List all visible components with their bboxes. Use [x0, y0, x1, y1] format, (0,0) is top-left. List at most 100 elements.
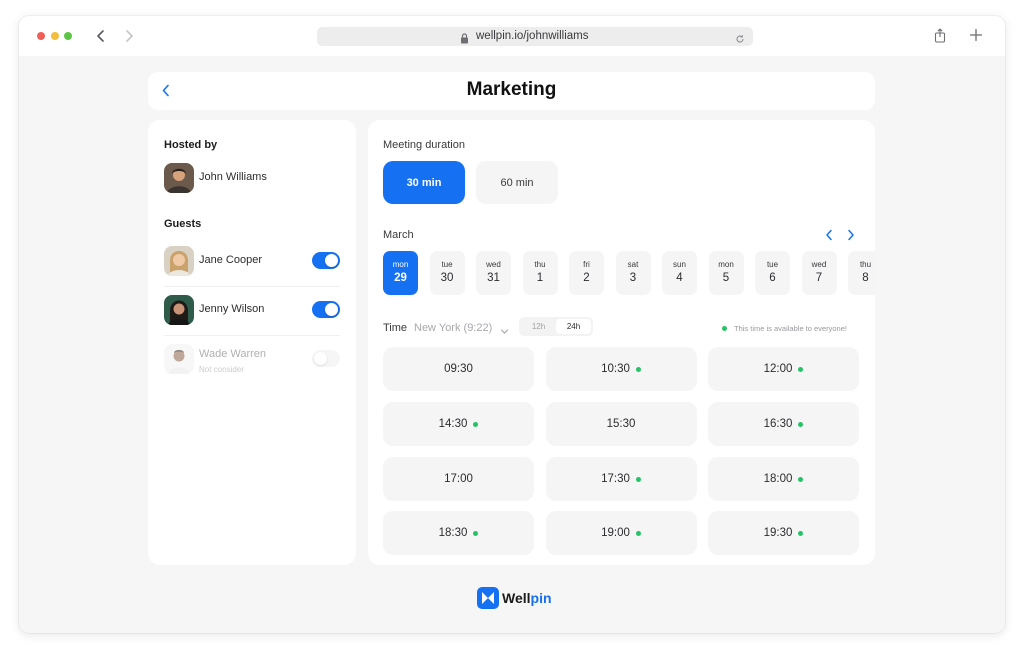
guest-name: Jane Cooper: [199, 254, 262, 266]
scheduler-panel: Meeting duration 30 min 60 min March mon…: [368, 120, 875, 565]
guest-item: Jenny Wilson: [164, 295, 340, 327]
guest-status: Not consider: [199, 365, 244, 374]
avatar: [164, 344, 194, 374]
guest-name: Jenny Wilson: [199, 303, 265, 315]
guest-item: Jane Cooper: [164, 246, 340, 278]
available-dot-icon: [473, 530, 479, 536]
available-dot-icon: [798, 366, 804, 372]
day-number: 1: [536, 272, 544, 284]
share-icon[interactable]: [934, 28, 946, 48]
day-name: wed: [811, 260, 827, 269]
day-name: tue: [441, 260, 453, 269]
brand-name-part1: Well: [502, 590, 531, 606]
day-number: 29: [394, 272, 407, 284]
lock-icon: [460, 31, 469, 49]
divider: [164, 286, 340, 287]
available-dot-icon: [722, 326, 727, 331]
time-label: Time: [383, 322, 408, 334]
hosted-by-label: Hosted by: [164, 139, 218, 151]
guest-name: Wade Warren: [199, 348, 267, 360]
calendar-day[interactable]: wed 7: [801, 251, 837, 295]
day-number: 6: [769, 272, 776, 284]
guest-toggle[interactable]: [312, 301, 340, 318]
calendar-day[interactable]: sun 4: [662, 251, 697, 295]
day-name: fri: [583, 260, 590, 269]
slot-time: 16:30: [763, 418, 793, 430]
address-bar[interactable]: wellpin.io/johnwilliams: [317, 27, 753, 46]
page-header: Marketing: [148, 72, 875, 110]
day-number: 5: [722, 272, 730, 284]
calendar-day[interactable]: thu 8: [848, 251, 875, 295]
format-24h-option[interactable]: 24h: [556, 319, 591, 334]
timezone-select[interactable]: New York (9:22): [414, 322, 492, 334]
zoom-window-button[interactable]: [64, 32, 72, 40]
time-slot[interactable]: 19:00: [545, 511, 697, 555]
available-dot-icon: [798, 530, 804, 536]
calendar-day[interactable]: tue 6: [755, 251, 790, 295]
calendar-day[interactable]: sat 3: [615, 251, 651, 295]
time-slot[interactable]: 17:00: [383, 457, 534, 501]
calendar-day[interactable]: wed 31: [476, 251, 511, 295]
calendar-day[interactable]: thu 1: [522, 251, 558, 295]
guest-toggle[interactable]: [312, 252, 340, 269]
time-format-toggle: 12h 24h: [519, 317, 593, 336]
day-name: mon: [718, 260, 734, 269]
calendar-day[interactable]: mon 29: [383, 251, 418, 295]
time-slot[interactable]: 19:30: [708, 511, 859, 555]
day-name: thu: [534, 260, 546, 269]
day-number: 3: [629, 272, 637, 284]
time-slot[interactable]: 09:30: [383, 347, 534, 391]
availability-text: This time is available to everyone!: [734, 324, 847, 333]
day-number: 30: [440, 272, 454, 284]
slot-time: 19:30: [763, 527, 793, 539]
slot-time: 18:30: [438, 527, 468, 539]
available-dot-icon: [798, 421, 804, 427]
time-slot[interactable]: 10:30: [545, 347, 697, 391]
calendar-day[interactable]: fri 2: [569, 251, 604, 295]
meeting-duration-label: Meeting duration: [383, 139, 465, 151]
slot-time: 15:30: [606, 418, 636, 430]
minimize-window-button[interactable]: [51, 32, 59, 40]
time-slot[interactable]: 16:30: [708, 402, 859, 446]
guests-label: Guests: [164, 218, 202, 230]
duration-60-button[interactable]: 60 min: [476, 161, 558, 204]
day-number: 8: [862, 272, 869, 284]
guest-toggle[interactable]: [312, 350, 340, 367]
available-dot-icon: [635, 530, 641, 536]
time-slot[interactable]: 12:00: [708, 347, 859, 391]
chevron-left-icon[interactable]: [94, 28, 108, 44]
time-slot[interactable]: 18:30: [383, 511, 534, 555]
day-name: tue: [766, 260, 779, 269]
chevron-down-icon[interactable]: [500, 323, 509, 341]
day-number: 2: [583, 272, 590, 284]
chevron-right-icon[interactable]: [122, 28, 136, 44]
time-slot[interactable]: 18:00: [708, 457, 859, 501]
close-window-button[interactable]: [37, 32, 45, 40]
toggle-knob: [314, 352, 327, 365]
avatar: [164, 163, 194, 193]
day-name: sun: [673, 260, 686, 269]
calendar-day[interactable]: mon 5: [708, 251, 744, 295]
time-slot[interactable]: 14:30: [383, 402, 534, 446]
duration-30-button[interactable]: 30 min: [383, 161, 465, 204]
time-slot[interactable]: 15:30: [545, 402, 697, 446]
day-name: sat: [627, 260, 639, 269]
month-label: March: [383, 229, 414, 241]
reload-icon[interactable]: [735, 31, 745, 49]
browser-toolbar: wellpin.io/johnwilliams: [19, 16, 1005, 56]
slot-time: 18:00: [763, 473, 793, 485]
time-slot[interactable]: 17:30: [545, 457, 697, 501]
slot-time: 17:30: [601, 473, 630, 485]
next-week-icon[interactable]: [847, 228, 855, 246]
divider: [164, 335, 340, 336]
calendar-day[interactable]: tue 30: [429, 251, 465, 295]
brand-name-part2: pin: [530, 590, 552, 606]
format-12h-option[interactable]: 12h: [521, 319, 556, 334]
day-number: 4: [676, 272, 683, 284]
plus-icon[interactable]: [969, 28, 983, 47]
available-dot-icon: [798, 476, 804, 482]
prev-week-icon[interactable]: [825, 228, 833, 246]
available-dot-icon: [635, 476, 641, 482]
participants-panel: Hosted by John Williams Guests Jane Coop…: [148, 120, 356, 565]
address-url: wellpin.io/johnwilliams: [476, 30, 589, 42]
